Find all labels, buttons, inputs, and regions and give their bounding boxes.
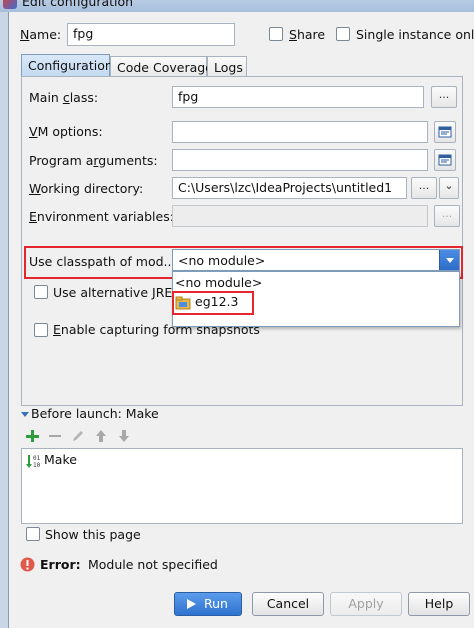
help-button[interactable]: Help xyxy=(408,592,470,616)
vm-options-expand-button[interactable] xyxy=(434,121,456,143)
expand-editor-icon xyxy=(438,154,452,166)
working-directory-label: Working directory: xyxy=(29,181,144,196)
error-icon xyxy=(20,557,35,575)
svg-text:10: 10 xyxy=(33,462,41,469)
tab-code-coverage[interactable]: Code Coverage xyxy=(110,56,213,76)
program-arguments-expand-button[interactable] xyxy=(434,149,456,171)
alternative-jre-checkbox[interactable] xyxy=(34,285,48,299)
share-checkbox[interactable] xyxy=(269,27,283,41)
dropdown-option-no-module[interactable]: <no module> xyxy=(175,275,262,290)
alternative-jre-label: Use alternative JRE: xyxy=(53,285,177,300)
name-label: Name: xyxy=(20,27,62,42)
before-launch-collapse-toggle[interactable] xyxy=(20,408,30,423)
make-icon: 01 10 xyxy=(26,455,41,469)
tab-logs[interactable]: Logs xyxy=(207,56,247,76)
triangle-down-icon xyxy=(21,412,29,417)
working-directory-macro-button[interactable]: ⌄ xyxy=(439,177,459,199)
plus-icon xyxy=(26,430,39,442)
working-directory-browse-button[interactable]: ... xyxy=(411,177,437,199)
list-item-label: Make xyxy=(44,452,77,467)
program-arguments-label: Program arguments: xyxy=(29,153,158,168)
list-item[interactable]: 01 10 Make xyxy=(24,451,460,471)
classpath-module-select[interactable]: <no module> xyxy=(172,249,460,271)
expand-editor-icon xyxy=(438,126,452,138)
arrow-up-icon xyxy=(96,430,106,442)
window-titlebar: Edit configuration xyxy=(0,0,474,12)
single-instance-checkbox[interactable] xyxy=(336,27,350,41)
play-icon xyxy=(187,599,196,609)
program-arguments-input[interactable] xyxy=(172,149,428,171)
main-class-browse-button[interactable]: ... xyxy=(431,86,457,108)
move-up-button[interactable] xyxy=(93,428,109,444)
environment-variables-label: Environment variables: xyxy=(29,209,174,224)
vm-options-input[interactable] xyxy=(172,121,428,143)
app-icon xyxy=(3,0,17,9)
add-task-button[interactable] xyxy=(24,428,40,444)
classpath-module-selected: <no module> xyxy=(178,253,266,268)
form-snapshots-checkbox[interactable] xyxy=(34,323,48,337)
vm-options-label: VM options: xyxy=(29,124,103,139)
remove-task-button[interactable] xyxy=(47,428,63,444)
error-circle-icon xyxy=(20,557,35,572)
show-page-label: Show this page xyxy=(45,527,141,542)
apply-button[interactable]: Apply xyxy=(330,592,402,616)
show-page-checkbox[interactable] xyxy=(26,527,40,541)
tab-configuration[interactable]: Configuration xyxy=(21,54,113,76)
svg-text:01: 01 xyxy=(33,455,41,462)
main-class-label: Main class: xyxy=(29,90,99,105)
edit-task-button[interactable] xyxy=(70,428,86,444)
arrow-down-icon xyxy=(119,430,129,442)
edit-configuration-dialog: Name: fpg Share Single instance only Con… xyxy=(8,12,474,628)
working-directory-input[interactable]: C:\Users\lzc\IdeaProjects\untitled1 xyxy=(172,177,407,199)
name-input[interactable]: fpg xyxy=(67,23,235,46)
minus-icon xyxy=(49,435,61,437)
window-title: Edit configuration xyxy=(22,0,134,9)
main-class-input[interactable]: fpg xyxy=(172,86,424,108)
pencil-icon xyxy=(73,431,83,441)
run-button[interactable]: Run xyxy=(174,592,242,616)
single-instance-label: Single instance only xyxy=(356,27,474,42)
error-label: Error: xyxy=(40,557,81,572)
error-message: Module not specified xyxy=(88,557,218,572)
module-option-highlight-box xyxy=(172,291,254,315)
before-launch-label: Before launch: Make xyxy=(31,406,159,421)
environment-variables-browse-button[interactable]: ... xyxy=(434,205,460,227)
environment-variables-input[interactable] xyxy=(172,205,428,227)
share-label: Share xyxy=(289,27,326,42)
chevron-down-icon xyxy=(446,258,454,263)
dropdown-arrow-button[interactable] xyxy=(439,250,459,270)
classpath-module-label: Use classpath of mod... xyxy=(29,254,176,269)
before-launch-list: 01 10 Make xyxy=(21,448,463,524)
cancel-button[interactable]: Cancel xyxy=(252,592,324,616)
move-down-button[interactable] xyxy=(116,428,132,444)
